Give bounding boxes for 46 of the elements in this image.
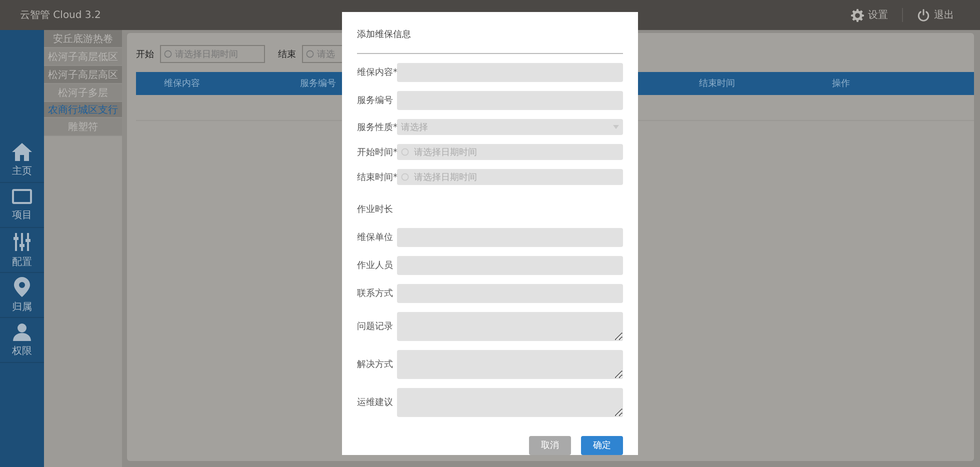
field-label: 开始时间*: [357, 146, 397, 158]
field-label: 维保单位: [357, 232, 394, 244]
clock-icon: [401, 173, 409, 181]
text-area[interactable]: [397, 350, 623, 379]
settings-button[interactable]: 设置: [851, 8, 888, 22]
user-icon: [13, 322, 31, 340]
clock-icon: [164, 50, 172, 58]
text-area[interactable]: [397, 312, 623, 341]
filter-label: 开始: [136, 48, 154, 60]
monitor-icon: [12, 188, 32, 204]
submenu-item[interactable]: 农商行城区支行: [44, 102, 122, 118]
input-field[interactable]: [397, 284, 623, 303]
input-field[interactable]: [397, 256, 623, 275]
logout-button[interactable]: 退出: [917, 8, 954, 22]
column-header: 维保内容: [164, 78, 200, 90]
field-label: 解决方式: [357, 358, 394, 371]
power-icon: [917, 8, 930, 22]
app-title: 云智管 Cloud 3.2: [20, 9, 101, 22]
field-label: 维保内容*: [357, 66, 397, 79]
column-header: 操作: [832, 78, 850, 90]
clock-icon: [401, 148, 409, 156]
field-label: 作业人员: [357, 260, 394, 272]
dialog-title: 添加维保信息: [357, 28, 412, 41]
settings-icon: [851, 8, 864, 22]
column-header: 服务编号: [300, 78, 336, 90]
submenu-item[interactable]: 松河子高层高区: [44, 66, 122, 84]
input-field[interactable]: [397, 63, 623, 82]
input-field[interactable]: [397, 91, 623, 110]
cancel-button[interactable]: 取消: [529, 436, 571, 455]
clock-icon: [306, 50, 314, 58]
column-header: 结束时间: [699, 78, 735, 90]
field-label: 运维建议: [357, 396, 394, 409]
field-label: 问题记录: [357, 320, 394, 333]
input-field[interactable]: [397, 228, 623, 247]
location-pin-icon: [14, 276, 30, 296]
text-area[interactable]: [397, 388, 623, 417]
submenu-item[interactable]: 安丘底游热卷: [44, 30, 122, 48]
field-label: 联系方式: [357, 288, 394, 300]
sliders-icon: [12, 232, 32, 252]
home-icon: [12, 142, 32, 160]
field-label: 服务编号: [357, 94, 394, 107]
field-label: 服务性质*: [357, 122, 397, 134]
field-label: 结束时间*: [357, 172, 397, 184]
field-label: 作业时长: [357, 204, 394, 216]
filter-label: 结束: [278, 48, 296, 60]
confirm-button[interactable]: 确定: [581, 436, 623, 455]
